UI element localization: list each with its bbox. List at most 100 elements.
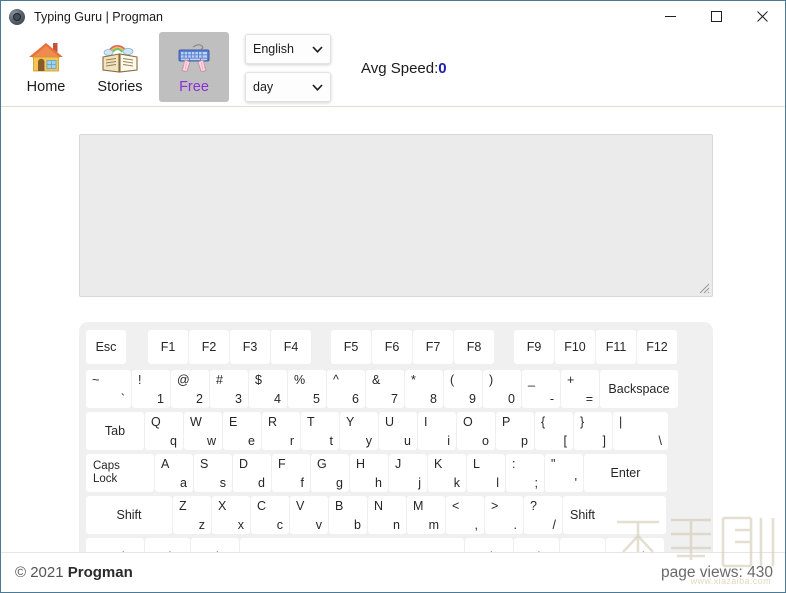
- key-u[interactable]: Uu: [379, 412, 417, 450]
- key-x[interactable]: Xx: [212, 496, 250, 534]
- key-w[interactable]: Ww: [184, 412, 222, 450]
- key-f[interactable]: Ff: [272, 454, 310, 492]
- key-upper-label: V: [296, 499, 305, 513]
- key-upper-label: T: [307, 415, 315, 429]
- key-upper-label: E: [229, 415, 238, 429]
- nav-stories-button[interactable]: Stories: [85, 32, 155, 102]
- key-upper-label: @: [177, 373, 190, 387]
- key-n[interactable]: Nn: [368, 496, 406, 534]
- key-f5[interactable]: F5: [331, 330, 371, 364]
- key-=[interactable]: + =: [561, 370, 599, 408]
- nav-free-button[interactable]: Free: [159, 32, 229, 102]
- key-esc[interactable]: Esc: [86, 330, 126, 364]
- key-f12[interactable]: F12: [637, 330, 677, 364]
- main-content: Esc F1 F2 F3 F4 F5 F6 F7 F8 F9 F10 F11 F12 ~ `! 1 @2 #3 $4…: [1, 107, 785, 592]
- key-'[interactable]: " ': [545, 454, 583, 492]
- key-enter[interactable]: Enter: [584, 454, 667, 492]
- key-lower-label: 2: [196, 392, 203, 406]
- key-2[interactable]: @2: [171, 370, 209, 408]
- key-s[interactable]: Ss: [194, 454, 232, 492]
- key-5[interactable]: % 5: [288, 370, 326, 408]
- key-lower-label: k: [453, 476, 460, 490]
- key-v[interactable]: Vv: [290, 496, 328, 534]
- key-m[interactable]: Mm: [407, 496, 445, 534]
- key-upper-label: O: [463, 415, 473, 429]
- key-,[interactable]: <,: [446, 496, 484, 534]
- key-shift[interactable]: Shift: [563, 496, 666, 534]
- key-b[interactable]: Bb: [329, 496, 367, 534]
- key-lower-label: 8: [430, 392, 437, 406]
- typing-input-area[interactable]: [79, 134, 713, 297]
- key-c[interactable]: Cc: [251, 496, 289, 534]
- key-h[interactable]: Hh: [350, 454, 388, 492]
- nav-home-button[interactable]: Home: [11, 32, 81, 102]
- key-1[interactable]: ! 1: [132, 370, 170, 408]
- key-f10[interactable]: F10: [555, 330, 595, 364]
- key-t[interactable]: Tt: [301, 412, 339, 450]
- resize-grip-icon[interactable]: [696, 280, 710, 294]
- mode-select[interactable]: day: [245, 72, 331, 102]
- key-f1[interactable]: F1: [148, 330, 188, 364]
- key-f4[interactable]: F4: [271, 330, 311, 364]
- key-upper-label: #: [216, 373, 223, 387]
- window-title: Typing Guru | Progman: [34, 9, 164, 24]
- key-3[interactable]: #3: [210, 370, 248, 408]
- key-upper-label: *: [411, 373, 416, 387]
- key-lower-label: ;: [534, 476, 538, 490]
- key-o[interactable]: Oo: [457, 412, 495, 450]
- key-7[interactable]: & 7: [366, 370, 404, 408]
- key-8[interactable]: * 8: [405, 370, 443, 408]
- minimize-button[interactable]: [647, 1, 693, 32]
- key-shift[interactable]: Shift: [86, 496, 172, 534]
- key-f9[interactable]: F9: [514, 330, 554, 364]
- key-f7[interactable]: F7: [413, 330, 453, 364]
- key-/[interactable]: ? /: [524, 496, 562, 534]
- key-r[interactable]: Rr: [262, 412, 300, 450]
- key-backspace[interactable]: Backspace: [600, 370, 678, 408]
- key-k[interactable]: Kk: [428, 454, 466, 492]
- key-j[interactable]: Jj: [389, 454, 427, 492]
- key-4[interactable]: $4: [249, 370, 287, 408]
- key-p[interactable]: Pp: [496, 412, 534, 450]
- key-lower-label: z: [198, 518, 205, 532]
- key-f3[interactable]: F3: [230, 330, 270, 364]
- key-[[interactable]: {[: [535, 412, 573, 450]
- key-capslock[interactable]: Caps Lock: [86, 454, 154, 492]
- key-i[interactable]: Ii: [418, 412, 456, 450]
- avg-speed-value: 0: [438, 60, 447, 77]
- key-f6[interactable]: F6: [372, 330, 412, 364]
- key-.[interactable]: >.: [485, 496, 523, 534]
- key-lower-label: n: [393, 518, 400, 532]
- maximize-button[interactable]: [693, 1, 739, 32]
- key-f2[interactable]: F2: [189, 330, 229, 364]
- key-y[interactable]: Yy: [340, 412, 378, 450]
- key-`[interactable]: ~ `: [86, 370, 131, 408]
- key-tab[interactable]: Tab: [86, 412, 144, 450]
- key-upper-label: &: [372, 373, 381, 387]
- key-0[interactable]: ) 0: [483, 370, 521, 408]
- key-z[interactable]: Zz: [173, 496, 211, 534]
- key-q[interactable]: Qq: [145, 412, 183, 450]
- key-][interactable]: }]: [574, 412, 612, 450]
- key-9[interactable]: (9: [444, 370, 482, 408]
- key-g[interactable]: Gg: [311, 454, 349, 492]
- key-a[interactable]: Aa: [155, 454, 193, 492]
- key-upper-label: K: [434, 457, 443, 471]
- key-f11[interactable]: F11: [596, 330, 636, 364]
- close-button[interactable]: [739, 1, 785, 32]
- avg-speed-display: Avg Speed:0: [361, 60, 447, 77]
- key-upper-label: {: [541, 415, 546, 429]
- key-e[interactable]: Ee: [223, 412, 261, 450]
- key-l[interactable]: Ll: [467, 454, 505, 492]
- keyboard-row-function-row: Esc F1 F2 F3 F4 F5 F6 F7 F8 F9 F10 F11 F12: [86, 330, 706, 364]
- key-lower-label: -: [549, 392, 554, 406]
- key-;[interactable]: :;: [506, 454, 544, 492]
- language-select[interactable]: English: [245, 34, 331, 64]
- open-book-rainbow-icon: [102, 45, 138, 73]
- key--[interactable]: _ -: [522, 370, 560, 408]
- key-f8[interactable]: F8: [454, 330, 494, 364]
- key-lower-label: i: [447, 434, 450, 448]
- key-6[interactable]: ^ 6: [327, 370, 365, 408]
- key-d[interactable]: Dd: [233, 454, 271, 492]
- key-\[interactable]: | \: [613, 412, 668, 450]
